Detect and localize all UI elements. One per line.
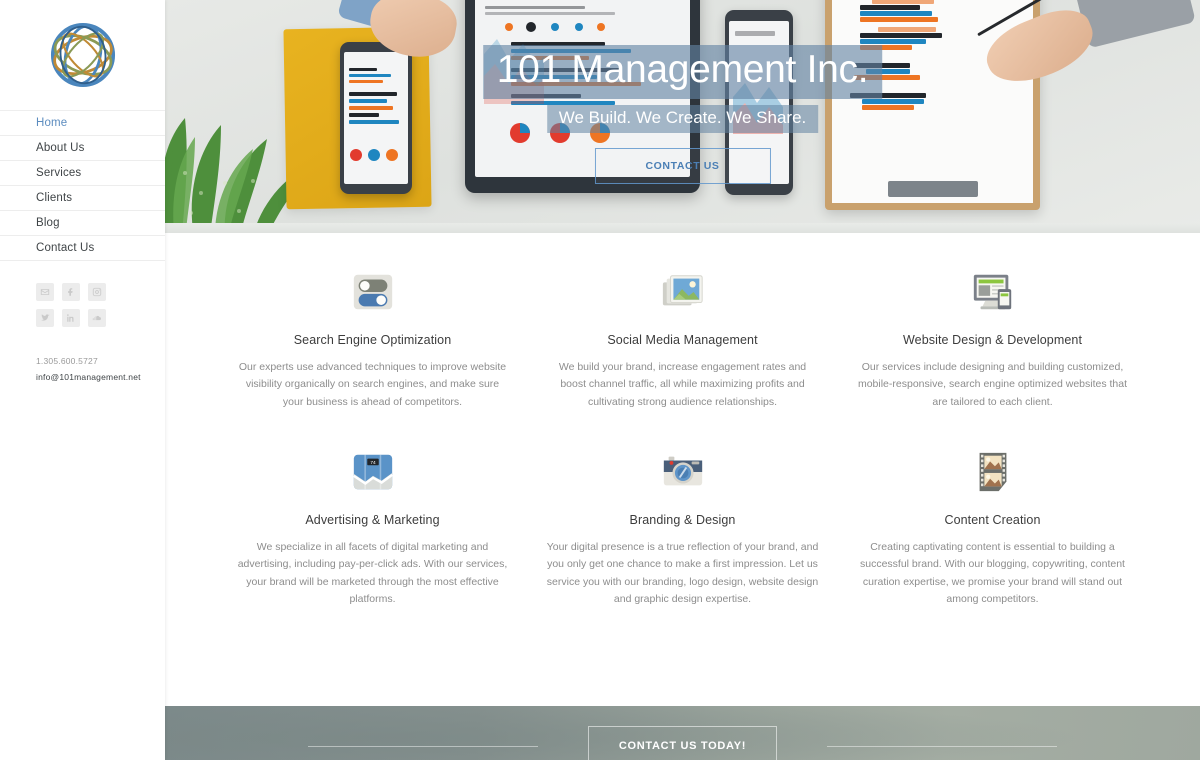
sidebar-item-clients[interactable]: Clients <box>0 186 165 211</box>
hero-overlay: 101 Management Inc. We Build. We Create.… <box>165 0 1200 233</box>
sidebar-item-home[interactable]: Home <box>0 111 165 136</box>
service-text: We specialize in all facets of digital m… <box>237 540 508 605</box>
main-content: 101 Management Inc. We Build. We Create.… <box>165 0 1200 760</box>
service-card-content-creation: Content Creation Creating captivating co… <box>838 449 1148 608</box>
cta-divider-right <box>827 745 1058 747</box>
sidebar-item-about-us[interactable]: About Us <box>0 136 165 161</box>
social-links <box>0 261 165 327</box>
service-text: Our experts use advanced techniques to i… <box>238 361 507 408</box>
linkedin-icon[interactable] <box>62 309 80 327</box>
sidebar-contact-info: 1.305.600.5727 info@101management.net <box>0 335 165 384</box>
hero-banner: 101 Management Inc. We Build. We Create.… <box>165 0 1200 233</box>
film-strip-icon <box>979 452 1006 492</box>
service-card-branding: Branding & Design Your digital presence … <box>528 449 838 608</box>
email-icon[interactable] <box>36 283 54 301</box>
social-row-bottom <box>36 309 165 327</box>
hero-contact-us-button[interactable]: CONTACT US <box>594 148 771 184</box>
email-address[interactable]: info@101management.net <box>36 371 155 384</box>
toggle-switches-icon <box>353 274 392 310</box>
service-title: Search Engine Optimization <box>293 333 452 347</box>
cta-contact-us-today-button[interactable]: CONTACT US TODAY! <box>587 726 778 760</box>
101-management-logo <box>50 22 115 88</box>
service-text: We build your brand, increase engagement… <box>558 361 807 408</box>
service-text: Creating captivating content is essentia… <box>860 540 1125 605</box>
phone-number[interactable]: 1.305.600.5727 <box>36 355 155 368</box>
service-card-social-media: Social Media Management We build your br… <box>528 269 838 411</box>
logo-container[interactable] <box>0 0 165 110</box>
desktop-mobile-icon <box>973 274 1011 310</box>
hero-subtitle: We Build. We Create. We Share. <box>546 105 819 133</box>
page-root: Home About Us Services Clients Blog Cont… <box>0 0 1200 760</box>
soundcloud-icon[interactable] <box>88 309 106 327</box>
cta-divider-left <box>307 745 538 747</box>
service-title: Social Media Management <box>607 333 758 347</box>
instagram-icon[interactable] <box>88 283 106 301</box>
hero-title: 101 Management Inc. <box>482 45 883 99</box>
facebook-icon[interactable] <box>62 283 80 301</box>
social-row-top <box>36 283 165 301</box>
service-text: Our services include designing and build… <box>857 361 1128 408</box>
twitter-icon[interactable] <box>36 309 54 327</box>
services-grid: Search Engine Optimization Our experts u… <box>218 269 1148 646</box>
service-title: Branding & Design <box>629 512 736 527</box>
photos-stack-icon <box>662 275 703 306</box>
svg-text:74: 74 <box>370 460 376 466</box>
service-title: Advertising & Marketing <box>305 512 440 527</box>
camera-icon <box>663 456 702 486</box>
sidebar-item-blog[interactable]: Blog <box>0 211 165 236</box>
service-card-web-design: Website Design & Development Our service… <box>838 269 1148 411</box>
service-card-seo: Search Engine Optimization Our experts u… <box>218 269 528 411</box>
service-title: Website Design & Development <box>902 333 1083 347</box>
services-section: Search Engine Optimization Our experts u… <box>165 233 1200 707</box>
cta-banner: CONTACT US TODAY! <box>165 706 1200 760</box>
sidebar-nav: Home About Us Services Clients Blog Cont… <box>0 110 165 261</box>
sidebar: Home About Us Services Clients Blog Cont… <box>0 0 165 760</box>
service-card-advertising: 74 Advertising & Marketing We specialize… <box>218 449 528 608</box>
billboard-chart-icon: 74 <box>352 454 393 490</box>
service-title: Content Creation <box>944 512 1041 527</box>
sidebar-item-contact-us[interactable]: Contact Us <box>0 236 165 261</box>
sidebar-item-services[interactable]: Services <box>0 161 165 186</box>
service-text: Your digital presence is a true reflecti… <box>546 540 819 605</box>
